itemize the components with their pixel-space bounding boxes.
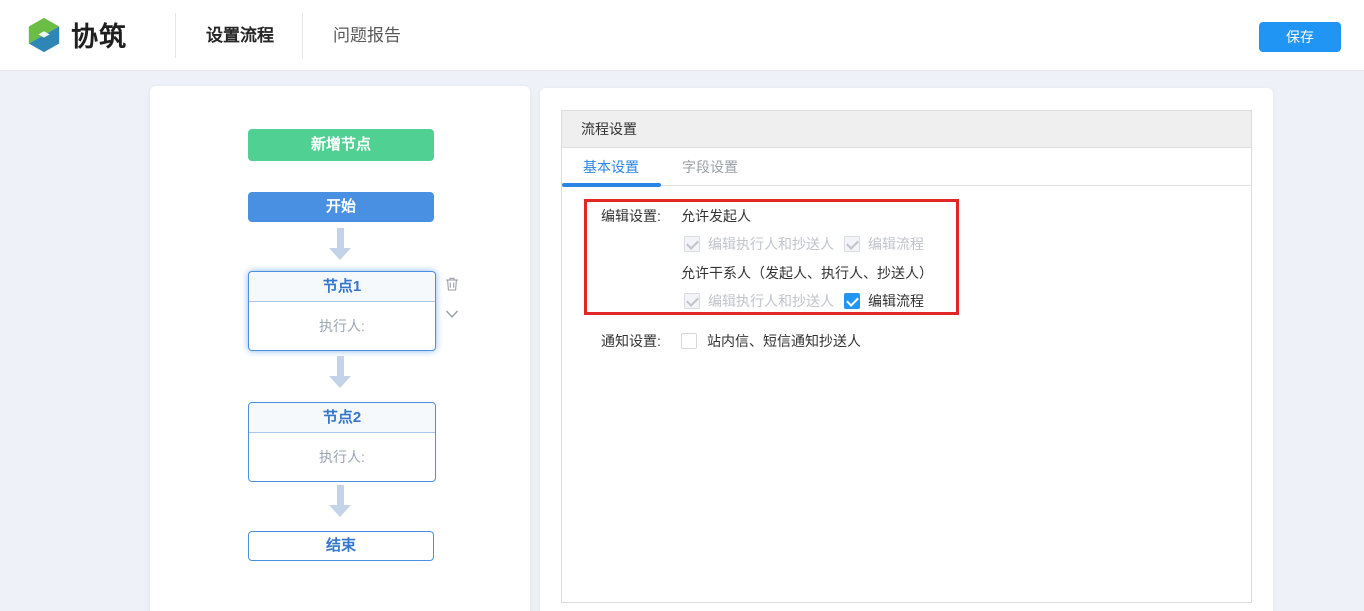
top-bar: 协筑 设置流程 问题报告 保存: [0, 0, 1364, 71]
flow-arrow-down-icon: [150, 228, 530, 260]
checkbox-edit-flow-checked[interactable]: [844, 293, 860, 309]
node-title: 节点1: [249, 272, 435, 302]
checkbox-label: 编辑流程: [868, 234, 924, 254]
node-executor-label: 执行人:: [249, 433, 435, 481]
logo-icon: [25, 16, 63, 54]
notify-option: 站内信、短信通知抄送人: [681, 331, 861, 351]
checkbox-edit-executors-disabled[interactable]: [684, 293, 700, 309]
checkbox-label: 编辑执行人和抄送人: [708, 234, 834, 254]
flow-arrow-down-icon: [150, 485, 530, 517]
stakeholder-option-2: 编辑流程: [844, 291, 924, 311]
flow-panel: 新增节点 开始 节点1 执行人: 节点2 执行人: 结束: [150, 86, 530, 611]
notify-settings-label: 通知设置:: [601, 331, 661, 351]
flow-arrow-down-icon: [150, 356, 530, 388]
node-title: 节点2: [249, 403, 435, 433]
start-node[interactable]: 开始: [248, 192, 434, 222]
checkbox-label: 站内信、短信通知抄送人: [707, 331, 861, 351]
logo-text: 协筑: [71, 15, 127, 54]
edit-settings-label: 编辑设置:: [601, 206, 661, 226]
allow-initiator-label: 允许发起人: [681, 206, 751, 226]
tab-basic-settings[interactable]: 基本设置: [583, 148, 639, 186]
add-node-button[interactable]: 新增节点: [248, 129, 434, 161]
flow-settings-box: 流程设置 基本设置 字段设置 编辑设置: 允许发起人 编辑执行人和抄送人 编辑流…: [561, 110, 1252, 603]
initiator-option-2: 编辑流程: [844, 234, 924, 254]
nav-divider: [302, 13, 303, 58]
initiator-option-1: 编辑执行人和抄送人: [684, 234, 834, 254]
tab-field-settings[interactable]: 字段设置: [682, 148, 738, 186]
stakeholder-option-1: 编辑执行人和抄送人: [684, 291, 834, 311]
allow-stakeholders-label: 允许干系人（发起人、执行人、抄送人）: [681, 263, 933, 283]
panel-title: 流程设置: [562, 111, 1251, 148]
checkbox-label: 编辑执行人和抄送人: [708, 291, 834, 311]
settings-tabs: 基本设置 字段设置: [562, 148, 1251, 186]
trash-icon[interactable]: [444, 276, 460, 292]
checkbox-edit-flow-disabled[interactable]: [844, 236, 860, 252]
flow-node-1[interactable]: 节点1 执行人:: [248, 271, 436, 351]
end-node[interactable]: 结束: [248, 531, 434, 561]
active-tab-underline: [562, 183, 661, 187]
chevron-down-icon[interactable]: [444, 306, 460, 322]
checkbox-label: 编辑流程: [868, 291, 924, 311]
checkbox-notify-unchecked[interactable]: [681, 333, 697, 349]
flow-node-2[interactable]: 节点2 执行人:: [248, 402, 436, 482]
nav-divider: [175, 13, 176, 58]
node-tools: [444, 276, 460, 322]
checkbox-edit-executors-disabled[interactable]: [684, 236, 700, 252]
nav-tab-set-flow[interactable]: 设置流程: [178, 0, 302, 71]
node-executor-label: 执行人:: [249, 302, 435, 350]
save-button[interactable]: 保存: [1259, 22, 1341, 52]
app-logo: 协筑: [25, 15, 127, 54]
settings-panel: 流程设置 基本设置 字段设置 编辑设置: 允许发起人 编辑执行人和抄送人 编辑流…: [540, 88, 1273, 611]
nav-tab-issue-report[interactable]: 问题报告: [305, 0, 429, 71]
